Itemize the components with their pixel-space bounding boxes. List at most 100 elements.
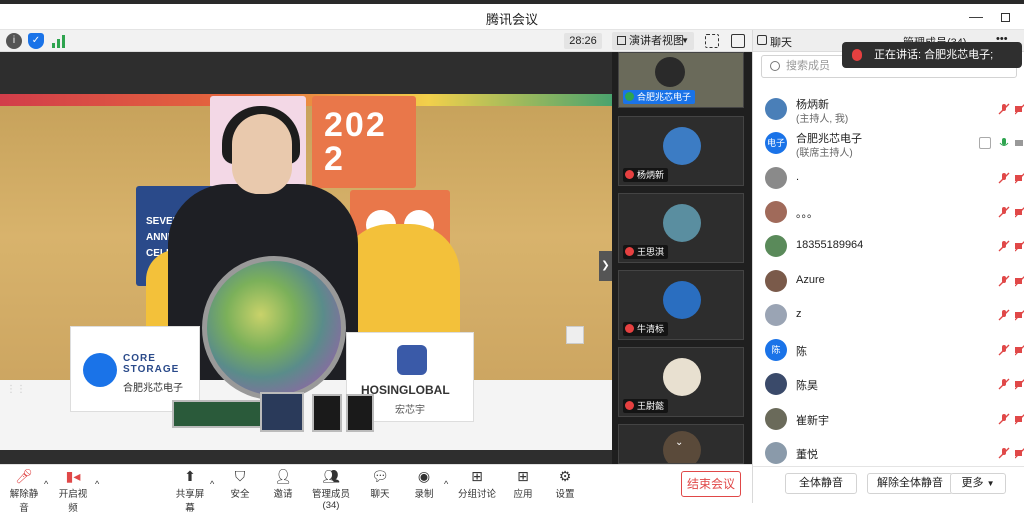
shield-icon[interactable]: ✓ [28, 33, 44, 49]
year-panel: 2022 [312, 96, 416, 188]
mic-muted-icon: 🎤︎ [15, 468, 33, 484]
active-speaker-tooltip: 正在讲话: 合肥兆芯电子; [842, 42, 1022, 68]
chat-button[interactable]: 💬︎ 聊天 [366, 468, 394, 500]
video-tile[interactable]: ⌄ [618, 424, 744, 464]
video-icon[interactable] [1015, 137, 1024, 149]
breakout-button[interactable]: ⊞ 分组讨论 [458, 468, 496, 500]
settings-button[interactable]: ⚙ 设置 [552, 468, 578, 500]
video-off-icon[interactable] [1015, 172, 1024, 184]
mic-muted-icon[interactable] [998, 378, 1010, 390]
mic-icon [852, 49, 862, 61]
unmute-all-button[interactable]: 解除全体静音 [867, 473, 953, 494]
mic-muted-icon[interactable] [998, 275, 1010, 287]
list-item[interactable]: 18355189964 [753, 229, 1024, 263]
list-item[interactable]: 崔新宇 [753, 402, 1024, 436]
video-off-icon[interactable] [1015, 413, 1024, 425]
video-tile[interactable]: 牛清标 [618, 270, 744, 340]
members-panel-footer: 全体静音 解除全体静音 更多 ▼ [753, 466, 1024, 503]
avatar [765, 98, 787, 120]
maximize-icon[interactable] [995, 6, 1015, 26]
screen-share-icon [979, 137, 991, 149]
list-item[interactable]: 电子 合肥兆芯电子 (联席主持人) [753, 126, 1024, 160]
view-mode-dropdown[interactable]: 演讲者视图 ▼ [612, 32, 694, 50]
chat-icon: 💬︎ [371, 468, 389, 484]
avatar [765, 201, 787, 223]
window-title: 腾讯会议 [485, 12, 538, 27]
end-meeting-button[interactable]: 结束会议 [681, 471, 741, 497]
tab-chat[interactable]: 聊天 [770, 34, 792, 50]
list-item[interactable]: 。。。 [753, 195, 1024, 229]
avatar [663, 204, 701, 242]
mic-muted-icon[interactable] [998, 172, 1010, 184]
wall-stripe [0, 94, 612, 106]
mic-muted-icon [625, 170, 634, 179]
presenter-face [232, 114, 292, 194]
record-button[interactable]: ◉ 录制 [410, 468, 438, 500]
manage-members-button[interactable]: 👥︎ 管理成员(34) [304, 468, 358, 511]
chevron-up-icon[interactable]: ^ [210, 479, 214, 489]
video-off-icon[interactable] [1015, 206, 1024, 218]
avatar [765, 442, 787, 464]
shield-icon: ⛉ [234, 468, 246, 484]
scroll-down-icon[interactable]: ⌄ [675, 437, 683, 448]
circuit-board [172, 400, 262, 428]
mic-muted-icon[interactable] [998, 240, 1010, 252]
apps-button[interactable]: ⊞ 应用 [510, 468, 536, 500]
video-tile[interactable]: 合肥兆芯电子 [618, 52, 744, 108]
ssd-card [346, 394, 374, 432]
mic-muted-icon[interactable] [998, 206, 1010, 218]
list-item[interactable]: 杨炳新 (主持人, 我) [753, 92, 1024, 126]
list-item[interactable]: Azure [753, 264, 1024, 298]
unmute-button[interactable]: 🎤︎ 解除静音 [6, 468, 42, 514]
start-video-button[interactable]: ▮◂ 开启视频 [55, 468, 91, 514]
video-off-icon[interactable] [1015, 447, 1024, 459]
list-item[interactable]: z [753, 298, 1024, 332]
collapse-arrow-icon[interactable]: ❯ [599, 251, 612, 281]
video-off-icon[interactable] [1015, 309, 1024, 321]
sidebar-toggle-icon[interactable] [731, 34, 745, 48]
list-item[interactable]: . [753, 161, 1024, 195]
video-tile[interactable]: 王思淇 [618, 193, 744, 263]
mic-on-icon[interactable] [998, 137, 1010, 149]
video-off-icon[interactable] [1015, 103, 1024, 115]
list-item[interactable]: 董悦 [753, 436, 1024, 466]
list-item[interactable]: 陈昊 [753, 367, 1024, 401]
share-screen-icon: ⬆ [184, 468, 196, 484]
main-video[interactable]: GE 2022 SEVEN ANNIV CELE CORE STORAGE 合肥… [0, 52, 612, 464]
avatar [663, 281, 701, 319]
drag-handle-icon[interactable]: ⋮⋮ [6, 385, 26, 400]
mic-muted-icon[interactable] [998, 103, 1010, 115]
chevron-up-icon[interactable]: ^ [444, 479, 448, 489]
chevron-up-icon[interactable]: ^ [44, 479, 48, 489]
info-icon[interactable]: i [6, 33, 22, 49]
caret-down-icon: ▼ [986, 479, 995, 488]
mic-muted-icon[interactable] [998, 447, 1010, 459]
avatar: 电子 [765, 132, 787, 154]
mute-all-button[interactable]: 全体静音 [785, 473, 857, 494]
video-off-icon[interactable] [1015, 240, 1024, 252]
video-off-icon[interactable] [1015, 275, 1024, 287]
meeting-timer: 28:26 [564, 33, 602, 49]
share-screen-button[interactable]: ⬆ 共享屏幕 [172, 468, 208, 514]
fullscreen-icon[interactable] [705, 34, 719, 48]
avatar [765, 304, 787, 326]
mic-muted-icon[interactable] [998, 309, 1010, 321]
wall-socket [566, 326, 584, 344]
video-tile[interactable]: 杨炳新 [618, 116, 744, 186]
video-tile[interactable]: 王尉懿 [618, 347, 744, 417]
video-off-icon[interactable] [1015, 378, 1024, 390]
mic-muted-icon [625, 247, 634, 256]
minimize-icon[interactable]: — [966, 6, 986, 26]
mic-muted-icon[interactable] [998, 413, 1010, 425]
invite-button[interactable]: 👤︎ 邀请 [268, 468, 298, 500]
video-off-icon[interactable] [1015, 344, 1024, 356]
tile-label: 王思淇 [623, 245, 669, 259]
mic-muted-icon[interactable] [998, 344, 1010, 356]
chevron-up-icon[interactable]: ^ [95, 479, 99, 489]
list-item[interactable]: 陈 陈 [753, 333, 1024, 367]
security-button[interactable]: ⛉ 安全 [224, 468, 256, 500]
more-button[interactable]: 更多 ▼ [950, 473, 1006, 494]
signal-icon[interactable] [52, 34, 66, 48]
meeting-toolbar: i ✓ 28:26 演讲者视图 ▼ [0, 30, 752, 52]
tile-label: 合肥兆芯电子 [623, 90, 696, 104]
